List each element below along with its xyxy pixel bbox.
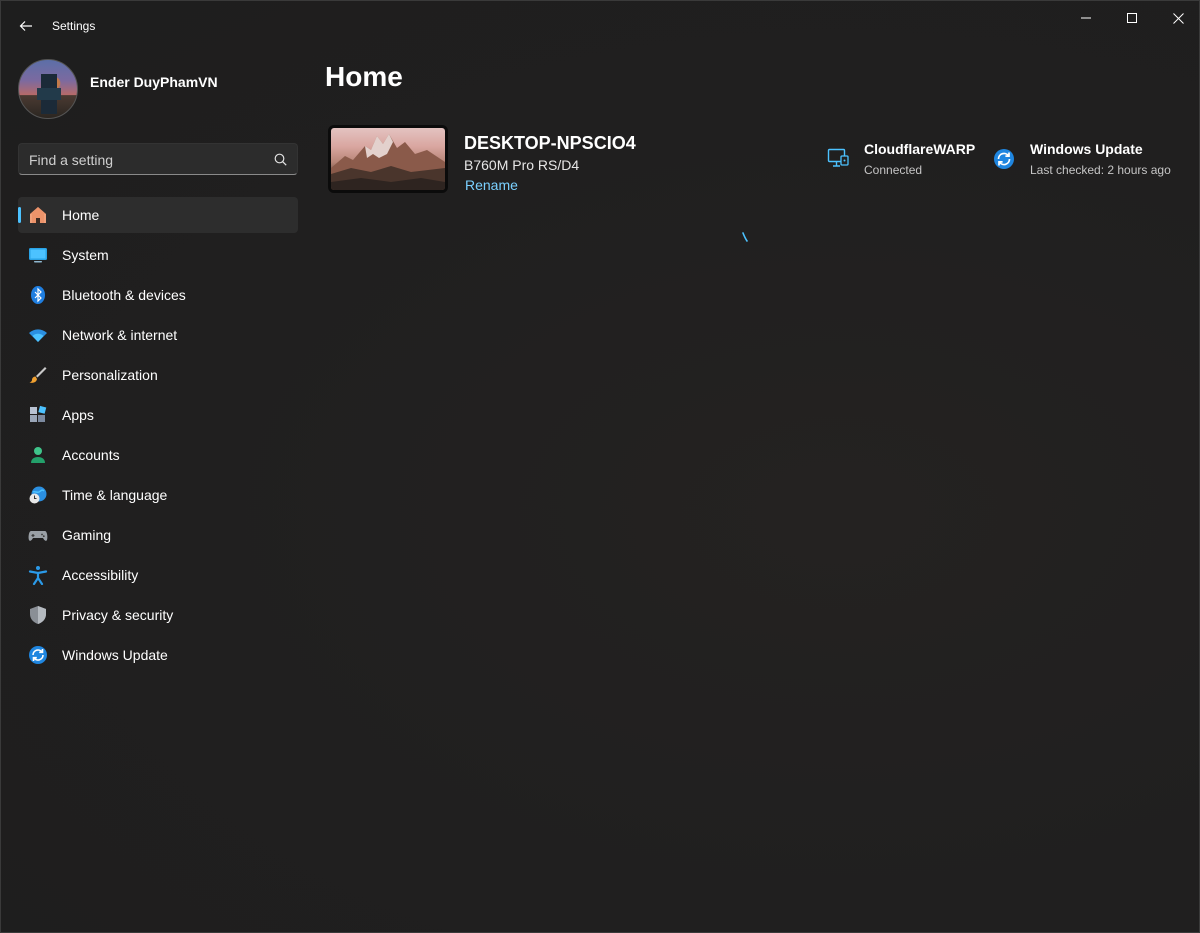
sidebar-item-label: System: [62, 247, 109, 263]
bluetooth-icon: [28, 285, 48, 305]
sidebar-item-accounts[interactable]: Accounts: [18, 437, 298, 473]
vpn-monitor-icon: [827, 148, 849, 167]
update-icon: [28, 645, 48, 665]
sidebar-item-gaming[interactable]: Gaming: [18, 517, 298, 553]
warp-status: Connected: [864, 163, 923, 177]
close-button[interactable]: [1155, 1, 1200, 35]
sidebar-item-label: Time & language: [62, 487, 168, 503]
apps-icon: [28, 405, 48, 425]
sidebar-nav: Home System Bluetooth & devices Network …: [18, 197, 298, 677]
user-name: Ender DuyPhamVN: [90, 74, 218, 90]
avatar[interactable]: [18, 59, 78, 119]
device-model: B760M Pro RS/D4: [464, 157, 580, 173]
search-icon[interactable]: [274, 153, 287, 166]
sidebar-item-label: Accounts: [62, 447, 120, 463]
sidebar-item-home[interactable]: Home: [18, 197, 298, 233]
maximize-icon: [1127, 13, 1137, 23]
home-icon: [28, 205, 48, 225]
accessibility-icon: [28, 565, 48, 585]
sidebar-item-privacy-security[interactable]: Privacy & security: [18, 597, 298, 633]
system-icon: [28, 245, 48, 265]
settings-window: Settings Ender DuyPhamVN Find a setting …: [0, 0, 1200, 933]
search-box: [18, 143, 298, 175]
sidebar-item-label: Accessibility: [62, 567, 139, 583]
globe-clock-icon: [28, 485, 48, 505]
sidebar-item-label: Windows Update: [62, 647, 168, 663]
avatar-figure-arms: [37, 88, 61, 100]
sidebar-item-system[interactable]: System: [18, 237, 298, 273]
sidebar-item-time-language[interactable]: Time & language: [18, 477, 298, 513]
maximize-button[interactable]: [1109, 1, 1155, 35]
mountain-wallpaper-image: [331, 134, 445, 190]
app-title: Settings: [52, 19, 96, 33]
sidebar-item-personalization[interactable]: Personalization: [18, 357, 298, 393]
sidebar-item-label: Gaming: [62, 527, 112, 543]
warp-title: CloudflareWARP: [864, 141, 976, 157]
sidebar-item-accessibility[interactable]: Accessibility: [18, 557, 298, 593]
loading-spinner-icon: [742, 232, 748, 242]
device-name: DESKTOP-NPSCIO4: [464, 133, 636, 153]
sidebar-item-label: Network & internet: [62, 327, 178, 343]
cloudflare-warp-card[interactable]: CloudflareWARP Connected: [827, 141, 977, 181]
device-wallpaper-thumbnail[interactable]: [328, 125, 448, 193]
account-icon: [28, 445, 48, 465]
update-title: Windows Update: [1030, 141, 1143, 157]
sidebar-item-label: Personalization: [62, 367, 158, 383]
sidebar-item-label: Bluetooth & devices: [62, 287, 186, 303]
minimize-button[interactable]: [1063, 1, 1109, 35]
sidebar-item-label: Privacy & security: [62, 607, 174, 623]
sidebar-item-label: Apps: [62, 407, 94, 423]
back-arrow-icon: [19, 21, 32, 31]
wifi-icon: [28, 325, 48, 345]
back-button[interactable]: [13, 13, 39, 39]
sidebar-item-label: Home: [62, 207, 100, 223]
minimize-icon: [1081, 17, 1091, 19]
shield-icon: [28, 605, 48, 625]
sidebar-item-windows-update[interactable]: Windows Update: [18, 637, 298, 673]
update-icon: [994, 149, 1014, 169]
page-title: Home: [325, 61, 403, 92]
close-icon: [1172, 12, 1184, 24]
sidebar-item-network-internet[interactable]: Network & internet: [18, 317, 298, 353]
gamepad-icon: [28, 525, 48, 545]
sidebar-item-bluetooth-devices[interactable]: Bluetooth & devices: [18, 277, 298, 313]
rename-link[interactable]: Rename: [465, 177, 518, 193]
sidebar-item-apps[interactable]: Apps: [18, 397, 298, 433]
search-input[interactable]: [29, 150, 269, 170]
update-status: Last checked: 2 hours ago: [1030, 163, 1171, 177]
windows-update-card[interactable]: Windows Update Last checked: 2 hours ago: [993, 141, 1183, 181]
title-bar: Settings: [1, 1, 1199, 49]
brush-icon: [28, 365, 48, 385]
